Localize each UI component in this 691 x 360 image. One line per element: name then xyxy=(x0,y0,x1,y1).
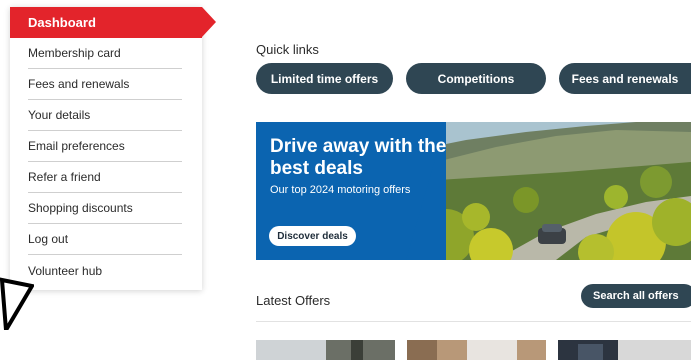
search-all-offers-button[interactable]: Search all offers xyxy=(581,284,691,308)
button-label: Discover deals xyxy=(277,230,348,242)
discover-deals-button[interactable]: Discover deals xyxy=(269,226,356,246)
banner-headline: Drive away with the best deals xyxy=(270,136,447,179)
sidebar-item-shopping-discounts[interactable]: Shopping discounts xyxy=(28,193,182,224)
promo-banner[interactable]: Drive away with the best deals Our top 2… xyxy=(256,122,691,260)
sidebar-item-dashboard[interactable]: Dashboard xyxy=(10,7,216,38)
sidebar-item-refer-a-friend[interactable]: Refer a friend xyxy=(28,162,182,193)
sidebar-item-label: Fees and renewals xyxy=(28,77,130,91)
sidebar-item-label: Dashboard xyxy=(28,15,96,30)
sidebar-item-label: Your details xyxy=(28,108,91,122)
sidebar-item-label: Volunteer hub xyxy=(28,263,103,278)
sidebar-item-label: Log out xyxy=(28,232,69,246)
sidebar-item-log-out[interactable]: Log out xyxy=(28,224,182,255)
banner-subtext: Our top 2024 motoring offers xyxy=(270,184,411,196)
sidebar-item-label: Membership card xyxy=(28,46,121,60)
quick-links-heading: Quick links xyxy=(256,42,319,57)
sidebar-item-label: Shopping discounts xyxy=(28,201,133,215)
offer-card-image[interactable] xyxy=(256,340,395,360)
latest-offers-heading: Latest Offers xyxy=(256,293,331,308)
account-sidebar: Dashboard Membership card Fees and renew… xyxy=(10,7,216,290)
sidebar-item-membership-card[interactable]: Membership card xyxy=(28,38,182,69)
quick-link-competitions-button[interactable]: Competitions xyxy=(406,63,546,94)
section-divider xyxy=(256,321,691,322)
button-label: Search all offers xyxy=(593,290,679,302)
cursor-arrow-icon xyxy=(0,277,34,330)
sidebar-item-your-details[interactable]: Your details xyxy=(28,100,182,131)
quick-link-fees-and-renewals-button[interactable]: Fees and renewals xyxy=(559,63,691,94)
sidebar-item-label: Refer a friend xyxy=(28,170,101,184)
button-label: Competitions xyxy=(437,71,515,86)
sidebar-item-volunteer-hub[interactable]: Volunteer hub xyxy=(28,255,182,286)
offer-card-image[interactable] xyxy=(407,340,546,360)
sidebar-item-label: Email preferences xyxy=(28,139,125,153)
sidebar-item-fees-and-renewals[interactable]: Fees and renewals xyxy=(28,69,182,100)
quick-link-limited-time-offers-button[interactable]: Limited time offers xyxy=(256,63,393,94)
offer-card-image[interactable] xyxy=(558,340,691,360)
button-label: Fees and renewals xyxy=(571,71,679,86)
sidebar-item-email-preferences[interactable]: Email preferences xyxy=(28,131,182,162)
button-label: Limited time offers xyxy=(270,71,379,86)
